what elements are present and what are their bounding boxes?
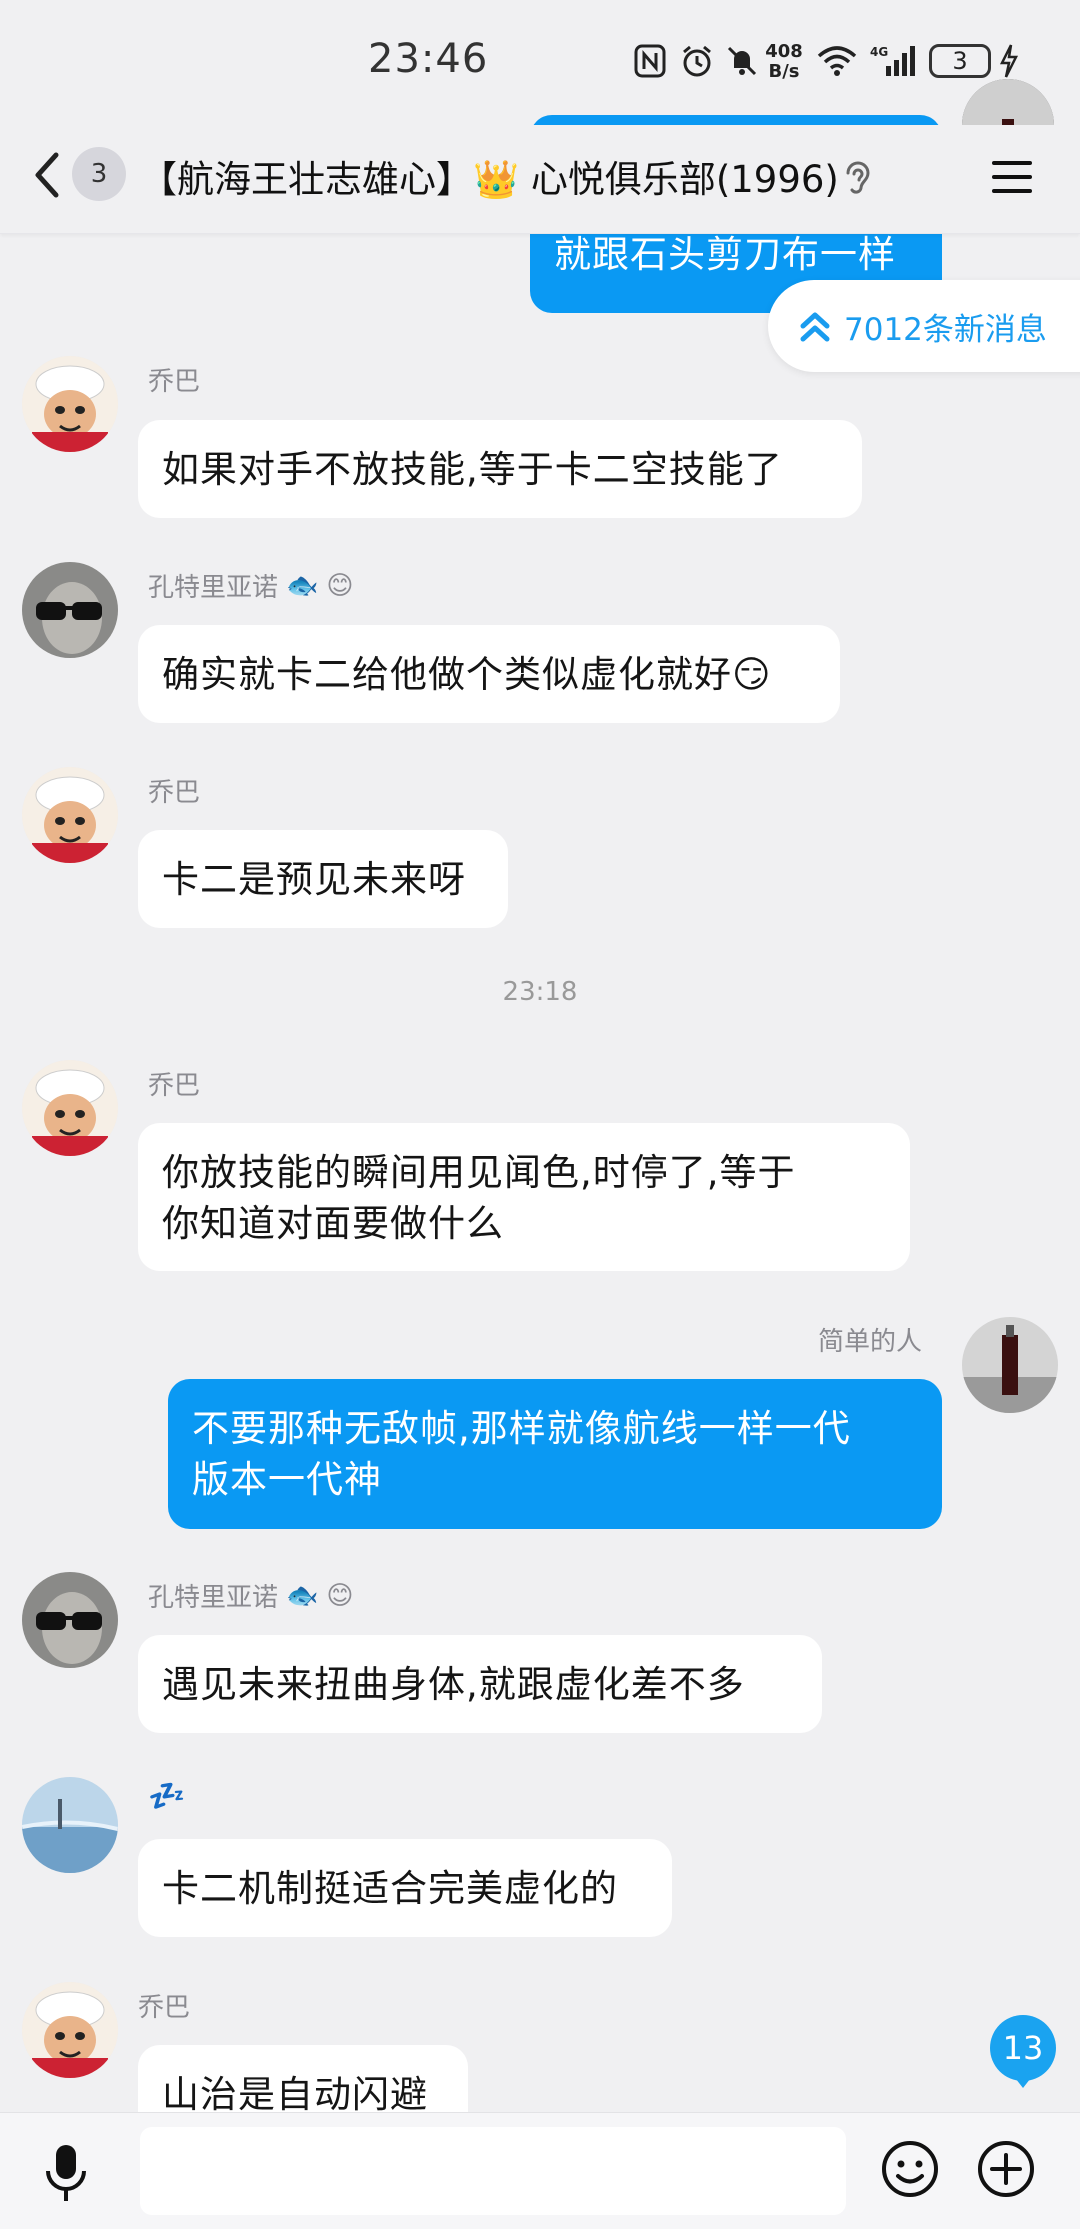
clock: 23:46 (368, 36, 489, 82)
avatar-kontriano[interactable] (22, 1572, 118, 1668)
sender-row: 孔特里亚诺 🐟 😊 (148, 567, 354, 604)
double-chevron-up-icon (800, 312, 830, 342)
microphone-icon[interactable] (38, 2141, 94, 2205)
timestamp: 23:18 (502, 977, 578, 1007)
menu-icon[interactable] (990, 155, 1034, 199)
battery-icon: 3 (929, 44, 991, 78)
group-title[interactable]: 【航海王壮志雄心】👑 心悦俱乐部(1996) (140, 149, 839, 203)
mute-icon (720, 40, 764, 82)
avatar-chopper[interactable] (22, 1060, 118, 1156)
avatar-chopper[interactable] (22, 356, 118, 452)
sender-row: 孔特里亚诺 🐟 😊 (148, 1577, 354, 1614)
message-bubble[interactable]: 卡二是预见未来呀 (138, 830, 508, 928)
net-speed: 408 B/s (764, 42, 804, 82)
message-bubble[interactable]: 遇见未来扭曲身体,就跟虚化差不多 (138, 1635, 822, 1733)
message-bubble[interactable]: 确实就卡二给他做个类似虚化就好😏 (138, 625, 840, 723)
emoji-icon[interactable] (880, 2139, 940, 2199)
fish-badge-icon: 🐟 (286, 570, 319, 601)
net-speed-value: 408 (765, 41, 803, 62)
wifi-icon (812, 40, 862, 82)
sender-name: 乔巴 (138, 1993, 191, 2023)
sender-name: 乔巴 (148, 1071, 201, 1101)
chat-area[interactable]: 就跟石头剪刀布一样 乔巴 如果对手不放技能,等于卡二空技能了 孔特里亚诺 🐟 😊… (0, 79, 1080, 2143)
face-badge-icon: 😊 (326, 570, 354, 601)
message-bubble[interactable]: 如果对手不放技能,等于卡二空技能了 (138, 420, 862, 518)
signal-icon: 4G (868, 40, 920, 82)
chat-header: 3 【航海王壮志雄心】👑 心悦俱乐部(1996) (0, 125, 1080, 234)
avatar-chopper[interactable] (22, 1982, 118, 2078)
sender-name: 孔特里亚诺 (148, 573, 279, 603)
avatar-kontriano[interactable] (22, 562, 118, 658)
status-bar: 23:46 408 B/s 4G 3 (0, 0, 1080, 125)
sender-name: 乔巴 (148, 367, 201, 397)
unread-count-tail (1012, 2074, 1034, 2088)
sender-name: 💤 (148, 1779, 186, 1814)
fish-badge-icon: 🐟 (286, 1580, 319, 1611)
svg-text:4G: 4G (870, 45, 888, 59)
new-messages-label: 7012条新消息 (844, 311, 1047, 348)
avatar-user-zzz[interactable] (22, 1777, 118, 1873)
face-badge-icon: 😊 (326, 1580, 354, 1611)
message-bubble[interactable]: 你放技能的瞬间用见闻色,时停了,等于 你知道对面要做什么 (138, 1123, 910, 1271)
avatar-self[interactable] (962, 1317, 1058, 1413)
message-bubble[interactable]: 卡二机制挺适合完美虚化的 (138, 1839, 672, 1937)
charging-icon (995, 40, 1023, 82)
ear-icon[interactable] (840, 155, 876, 201)
input-bar (0, 2112, 1080, 2229)
sender-name: 简单的人 (818, 1327, 923, 1357)
unread-count-button[interactable]: 13 (990, 2015, 1056, 2081)
new-messages-button[interactable]: 7012条新消息 (768, 280, 1080, 372)
net-speed-unit: B/s (768, 61, 800, 82)
nfc-icon (630, 40, 670, 82)
avatar-chopper[interactable] (22, 767, 118, 863)
alarm-icon (675, 40, 719, 82)
back-button[interactable] (28, 147, 78, 207)
sender-name: 孔特里亚诺 (148, 1583, 279, 1613)
message-bubble-self[interactable]: 不要那种无敌帧,那样就像航线一样一代 版本一代神 (168, 1379, 942, 1529)
plus-icon[interactable] (976, 2139, 1036, 2199)
sender-name: 乔巴 (148, 778, 201, 808)
unread-badge[interactable]: 3 (72, 147, 126, 201)
message-input[interactable] (140, 2127, 846, 2215)
